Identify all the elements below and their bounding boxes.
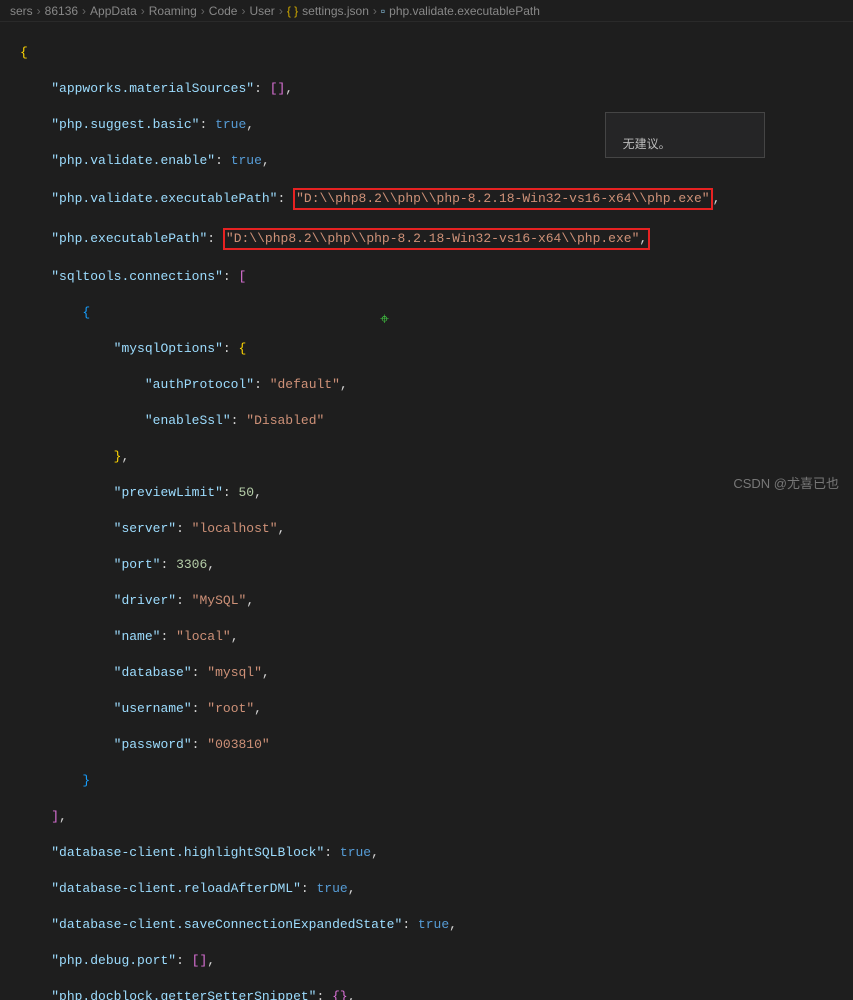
breadcrumb-sep: › bbox=[201, 4, 205, 18]
breadcrumb-sep: › bbox=[82, 4, 86, 18]
highlight-box: "D:\\php8.2\\php\\php-8.2.18-Win32-vs16-… bbox=[293, 188, 712, 210]
breadcrumb-part[interactable]: sers bbox=[10, 4, 33, 18]
breadcrumb-part[interactable]: User bbox=[249, 4, 274, 18]
breadcrumb-sep: › bbox=[141, 4, 145, 18]
file-icon: { } bbox=[287, 4, 298, 18]
breadcrumb-sep: › bbox=[37, 4, 41, 18]
code-editor[interactable]: { "appworks.materialSources": [], "php.s… bbox=[0, 22, 853, 1000]
breadcrumb-file[interactable]: settings.json bbox=[302, 4, 369, 18]
breadcrumb-part[interactable]: AppData bbox=[90, 4, 137, 18]
breadcrumb[interactable]: sers› 86136› AppData› Roaming› Code› Use… bbox=[0, 0, 853, 22]
breadcrumb-sep: › bbox=[279, 4, 283, 18]
symbol-icon: ▫ bbox=[381, 4, 385, 18]
breadcrumb-symbol[interactable]: php.validate.executablePath bbox=[389, 4, 540, 18]
highlight-box: "D:\\php8.2\\php\\php-8.2.18-Win32-vs16-… bbox=[223, 228, 650, 250]
suggestion-text: 无建议。 bbox=[623, 137, 671, 151]
watermark: CSDN @尤喜已也 bbox=[733, 473, 839, 492]
breadcrumb-part[interactable]: Code bbox=[209, 4, 238, 18]
breadcrumb-part[interactable]: 86136 bbox=[45, 4, 78, 18]
breadcrumb-sep: › bbox=[241, 4, 245, 18]
breadcrumb-sep: › bbox=[373, 4, 377, 18]
suggestion-popup: 无建议。 bbox=[605, 112, 765, 158]
breadcrumb-part[interactable]: Roaming bbox=[149, 4, 197, 18]
